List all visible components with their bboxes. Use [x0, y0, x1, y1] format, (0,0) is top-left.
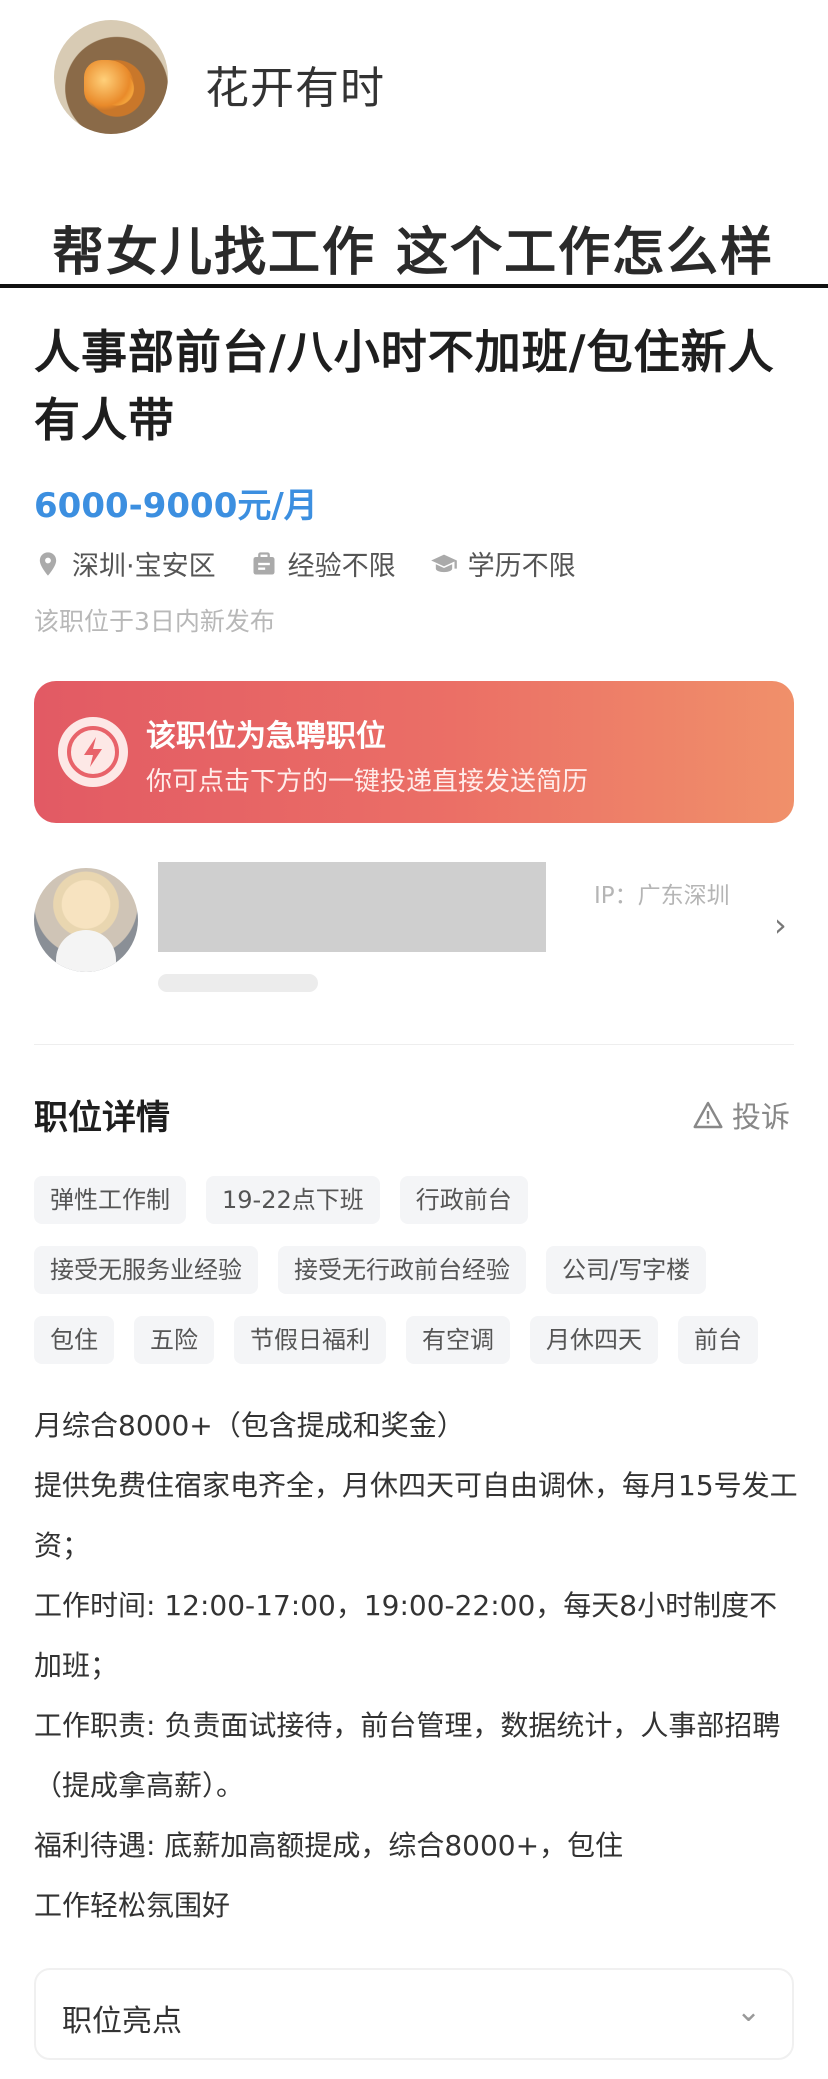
job-description: 月综合8000+（包含提成和奖金） 提供免费住宿家电齐全，月休四天可自由调休，每…: [34, 1396, 798, 1936]
briefcase-icon: [253, 551, 275, 574]
description-line: 月综合8000+（包含提成和奖金）: [34, 1409, 465, 1442]
education-item: 学历不限: [430, 544, 576, 583]
recruiter-info-redacted: [158, 974, 318, 992]
caption-divider: [0, 284, 828, 288]
location-pin-icon: [39, 551, 57, 576]
report-button[interactable]: 投诉: [692, 1094, 790, 1136]
tag: 月休四天: [530, 1316, 658, 1364]
graduation-cap-icon: [430, 554, 457, 572]
education-text: 学历不限: [467, 551, 576, 582]
location-item: 深圳·宝安区: [34, 544, 216, 583]
description-line: 工作职责: 负责面试接待，前台管理，数据统计，人事部招聘（提成拿高薪）。: [34, 1709, 781, 1802]
tag: 弹性工作制: [34, 1176, 186, 1224]
tag-row: 包住 五险 节假日福利 有空调 月休四天 前台: [34, 1316, 804, 1364]
tag: 接受无行政前台经验: [278, 1246, 526, 1294]
recruiter-avatar: [34, 868, 138, 972]
warning-icon: [693, 1101, 723, 1129]
tag-row: 接受无服务业经验 接受无行政前台经验 公司/写字楼: [34, 1246, 804, 1294]
tag: 五险: [134, 1316, 214, 1364]
poster-avatar: [54, 20, 168, 134]
tag: 公司/写字楼: [546, 1246, 707, 1294]
tag: 行政前台: [399, 1176, 528, 1224]
description-line: 工作时间: 12:00-17:00，19:00-22:00，每天8小时制度不加班…: [34, 1589, 778, 1682]
description-line: 工作轻松氛围好: [34, 1889, 231, 1922]
chevron-right-icon: ›: [774, 906, 787, 944]
urgent-banner[interactable]: 该职位为急聘职位 你可点击下方的一键投递直接发送简历: [34, 681, 794, 823]
report-label: 投诉: [732, 1100, 791, 1134]
recruiter-ip: IP：广东深圳: [594, 883, 730, 909]
highlights-label: 职位亮点: [62, 2004, 182, 2039]
description-line: 提供免费住宿家电齐全，月休四天可自由调休，每月15号发工资；: [34, 1469, 798, 1562]
tag-row: 弹性工作制 19-22点下班 行政前台: [34, 1176, 804, 1224]
poster-name: 花开有时: [205, 63, 385, 114]
experience-text: 经验不限: [287, 551, 396, 582]
tag: 节假日福利: [234, 1316, 386, 1364]
tag: 有空调: [406, 1316, 510, 1364]
location-text: 深圳·宝安区: [72, 551, 216, 582]
highlights-accordion[interactable]: 职位亮点 ⌄: [34, 1968, 794, 2060]
posted-notice: 该职位于3日内新发布: [34, 607, 275, 636]
job-meta: 深圳·宝安区 经验不限 学历不限: [34, 544, 610, 583]
tag: 前台: [678, 1316, 758, 1364]
tag: 19-22点下班: [206, 1176, 380, 1224]
section-title-details: 职位详情: [34, 1098, 170, 1138]
poster-caption: 帮女儿找工作 这个工作怎么样: [52, 223, 775, 283]
urgent-title: 该职位为急聘职位: [146, 719, 386, 754]
tag: 包住: [34, 1316, 114, 1364]
job-tags: 弹性工作制 19-22点下班 行政前台 接受无服务业经验 接受无行政前台经验 公…: [34, 1176, 804, 1386]
lightning-icon: [58, 717, 128, 787]
poster-header: 花开有时: [0, 0, 828, 134]
urgent-subtitle: 你可点击下方的一键投递直接发送简历: [146, 767, 589, 797]
experience-item: 经验不限: [250, 544, 396, 583]
tag: 接受无服务业经验: [34, 1246, 258, 1294]
recruiter-name-redacted: [158, 862, 546, 952]
recruiter-card[interactable]: IP：广东深圳 ›: [34, 862, 794, 1002]
salary: 6000-9000元/月: [34, 486, 318, 526]
section-divider: [34, 1044, 794, 1045]
description-line: 福利待遇: 底薪加高额提成，综合8000+，包住: [34, 1829, 624, 1862]
job-title: 人事部前台/八小时不加班/包住新人有人带: [34, 325, 775, 447]
chevron-down-icon: ⌄: [736, 1994, 762, 2029]
